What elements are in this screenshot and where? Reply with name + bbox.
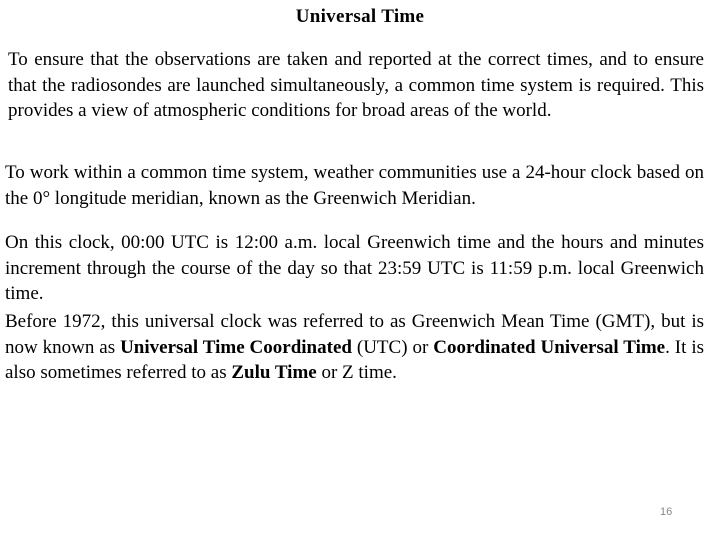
slide-title: Universal Time (295, 6, 425, 27)
paragraph-utc-clock-example: On this clock, 00:00 UTC is 12:00 a.m. l… (5, 232, 704, 304)
utc-history-text: or Z time. (316, 362, 397, 383)
term-universal-time-coordinated: Universal Time Coordinated (120, 336, 352, 358)
paragraph-common-time-purpose: To ensure that the observations are take… (8, 49, 704, 121)
paragraph-utc-history: Before 1972, this universal clock was re… (5, 309, 704, 386)
paragraph-24-hour-clock: To work within a common time system, wea… (5, 162, 704, 209)
page-number: 16 (660, 506, 673, 518)
utc-history-text: (UTC) or (351, 336, 434, 358)
term-zulu-time: Zulu Time (231, 362, 317, 383)
term-coordinated-universal-time: Coordinated Universal Time (433, 336, 666, 358)
